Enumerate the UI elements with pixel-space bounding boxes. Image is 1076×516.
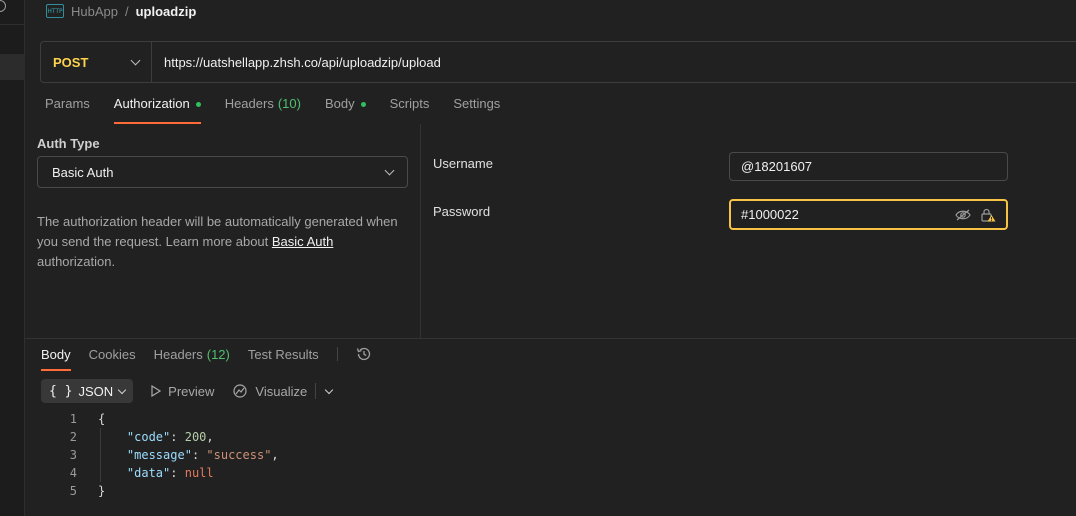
toolbar-separator: [315, 383, 317, 399]
line-number: 1: [69, 412, 77, 426]
indent-guide: [100, 428, 101, 446]
panel-divider: [420, 124, 421, 338]
auth-description: The authorization header will be automat…: [37, 212, 412, 272]
line-number: 2: [69, 430, 77, 444]
response-body-code: 1 { 2 "code": 200, 3 "message": "success…: [41, 410, 279, 500]
preview-label: Preview: [168, 383, 215, 399]
http-request-icon: HTTP: [46, 4, 64, 18]
code-text: "data": null: [77, 464, 214, 482]
code-text: "code": 200,: [77, 428, 214, 446]
method-label: POST: [53, 54, 89, 70]
url-input[interactable]: https://uatshellapp.zhsh.co/api/uploadzi…: [152, 55, 441, 70]
auth-description-text: The authorization header will be automat…: [37, 214, 398, 249]
request-tabs: Params Authorization Headers (10) Body Sc…: [45, 96, 524, 124]
code-text: {: [98, 412, 106, 426]
status-dot: [360, 102, 366, 107]
chevron-down-icon: [117, 385, 127, 394]
tab-body[interactable]: Body: [325, 96, 366, 124]
line-number: 3: [69, 448, 77, 462]
response-tabs: Body Cookies Headers (12) Test Results: [41, 345, 372, 371]
password-label: Password: [433, 204, 491, 219]
auth-description-suffix: authorization.: [37, 254, 116, 269]
json-value: 200: [184, 430, 207, 444]
indent-guide: [100, 464, 101, 482]
left-sidebar-strip: [0, 0, 25, 516]
tab-params[interactable]: Params: [45, 96, 90, 124]
tab-count: (12): [206, 347, 230, 362]
preview-button[interactable]: Preview: [151, 384, 214, 399]
tab-label: Cookies: [88, 347, 136, 362]
line-number: 5: [69, 484, 77, 498]
indent-guide: [100, 446, 101, 464]
username-field[interactable]: @18201607: [729, 152, 1008, 181]
tab-label: Body: [324, 96, 355, 111]
lock-warning-icon[interactable]: [981, 208, 996, 222]
response-divider: [25, 338, 1076, 339]
braces-icon: { }: [49, 383, 73, 399]
code-line: 1 {: [41, 410, 279, 428]
chevron-down-icon: [384, 165, 395, 175]
tab-label: Settings: [453, 96, 501, 111]
code-text: }: [98, 484, 106, 498]
username-label: Username: [433, 156, 493, 171]
visualize-icon: [233, 384, 248, 398]
json-key: "message": [126, 448, 192, 462]
method-select[interactable]: POST: [41, 42, 152, 82]
breadcrumb: HTTP HubApp / uploadzip: [46, 2, 196, 20]
response-toolbar: { } JSON Preview Visualize: [41, 379, 334, 403]
tab-headers[interactable]: Headers (10): [225, 96, 301, 124]
code-line: 3 "message": "success",: [41, 446, 279, 464]
code-text: "message": "success",: [77, 446, 279, 464]
tab-label: Body: [41, 347, 71, 362]
format-label: JSON: [78, 383, 114, 399]
password-field[interactable]: #1000022: [729, 199, 1008, 230]
tab-count: (10): [277, 96, 301, 111]
chevron-down-icon: [130, 55, 141, 65]
sidebar-active-item[interactable]: [0, 54, 25, 80]
tab-label: Headers: [153, 347, 203, 362]
close-circle-icon[interactable]: [0, 0, 6, 12]
response-tab-cookies[interactable]: Cookies: [89, 345, 136, 371]
response-tab-headers[interactable]: Headers (12): [154, 345, 230, 371]
tab-authorization[interactable]: Authorization: [113, 96, 201, 124]
response-tab-body[interactable]: Body: [41, 345, 71, 371]
sidebar-divider: [0, 24, 25, 25]
tab-scripts[interactable]: Scripts: [390, 96, 430, 124]
breadcrumb-collection[interactable]: HubApp: [71, 4, 118, 19]
eye-off-icon[interactable]: [955, 209, 971, 221]
visualize-label: Visualize: [255, 383, 308, 399]
password-value: #1000022: [741, 207, 799, 222]
tab-label: Authorization: [113, 96, 190, 111]
username-value: @18201607: [741, 159, 813, 174]
tab-settings[interactable]: Settings: [453, 96, 500, 124]
json-key: "data": [126, 466, 171, 480]
history-icon[interactable]: [356, 346, 372, 362]
auth-type-select[interactable]: Basic Auth: [37, 156, 408, 188]
tab-separator: [336, 347, 338, 361]
basic-auth-link[interactable]: Basic Auth: [272, 234, 333, 249]
tab-label: Test Results: [247, 347, 319, 362]
line-number: 4: [69, 466, 77, 480]
visualize-button[interactable]: Visualize: [232, 383, 307, 399]
code-line: 5 }: [41, 482, 279, 500]
breadcrumb-separator: /: [124, 3, 129, 19]
response-tab-test-results[interactable]: Test Results: [248, 345, 319, 371]
format-select[interactable]: { } JSON: [41, 379, 134, 403]
breadcrumb-request-name[interactable]: uploadzip: [136, 4, 197, 19]
json-key: "code": [126, 430, 171, 444]
status-dot: [195, 102, 201, 107]
code-line: 2 "code": 200,: [41, 428, 279, 446]
code-line: 4 "data": null: [41, 464, 279, 482]
auth-type-label: Auth Type: [37, 136, 100, 151]
chevron-down-icon[interactable]: [324, 385, 334, 394]
tab-label: Params: [45, 96, 90, 111]
tab-label: Scripts: [389, 96, 430, 111]
json-value: null: [184, 466, 214, 480]
auth-type-value: Basic Auth: [52, 164, 114, 180]
play-icon: [151, 385, 162, 397]
tab-label: Headers: [224, 96, 274, 111]
url-bar: POST https://uatshellapp.zhsh.co/api/upl…: [40, 41, 1076, 83]
json-value: "success": [206, 448, 272, 462]
